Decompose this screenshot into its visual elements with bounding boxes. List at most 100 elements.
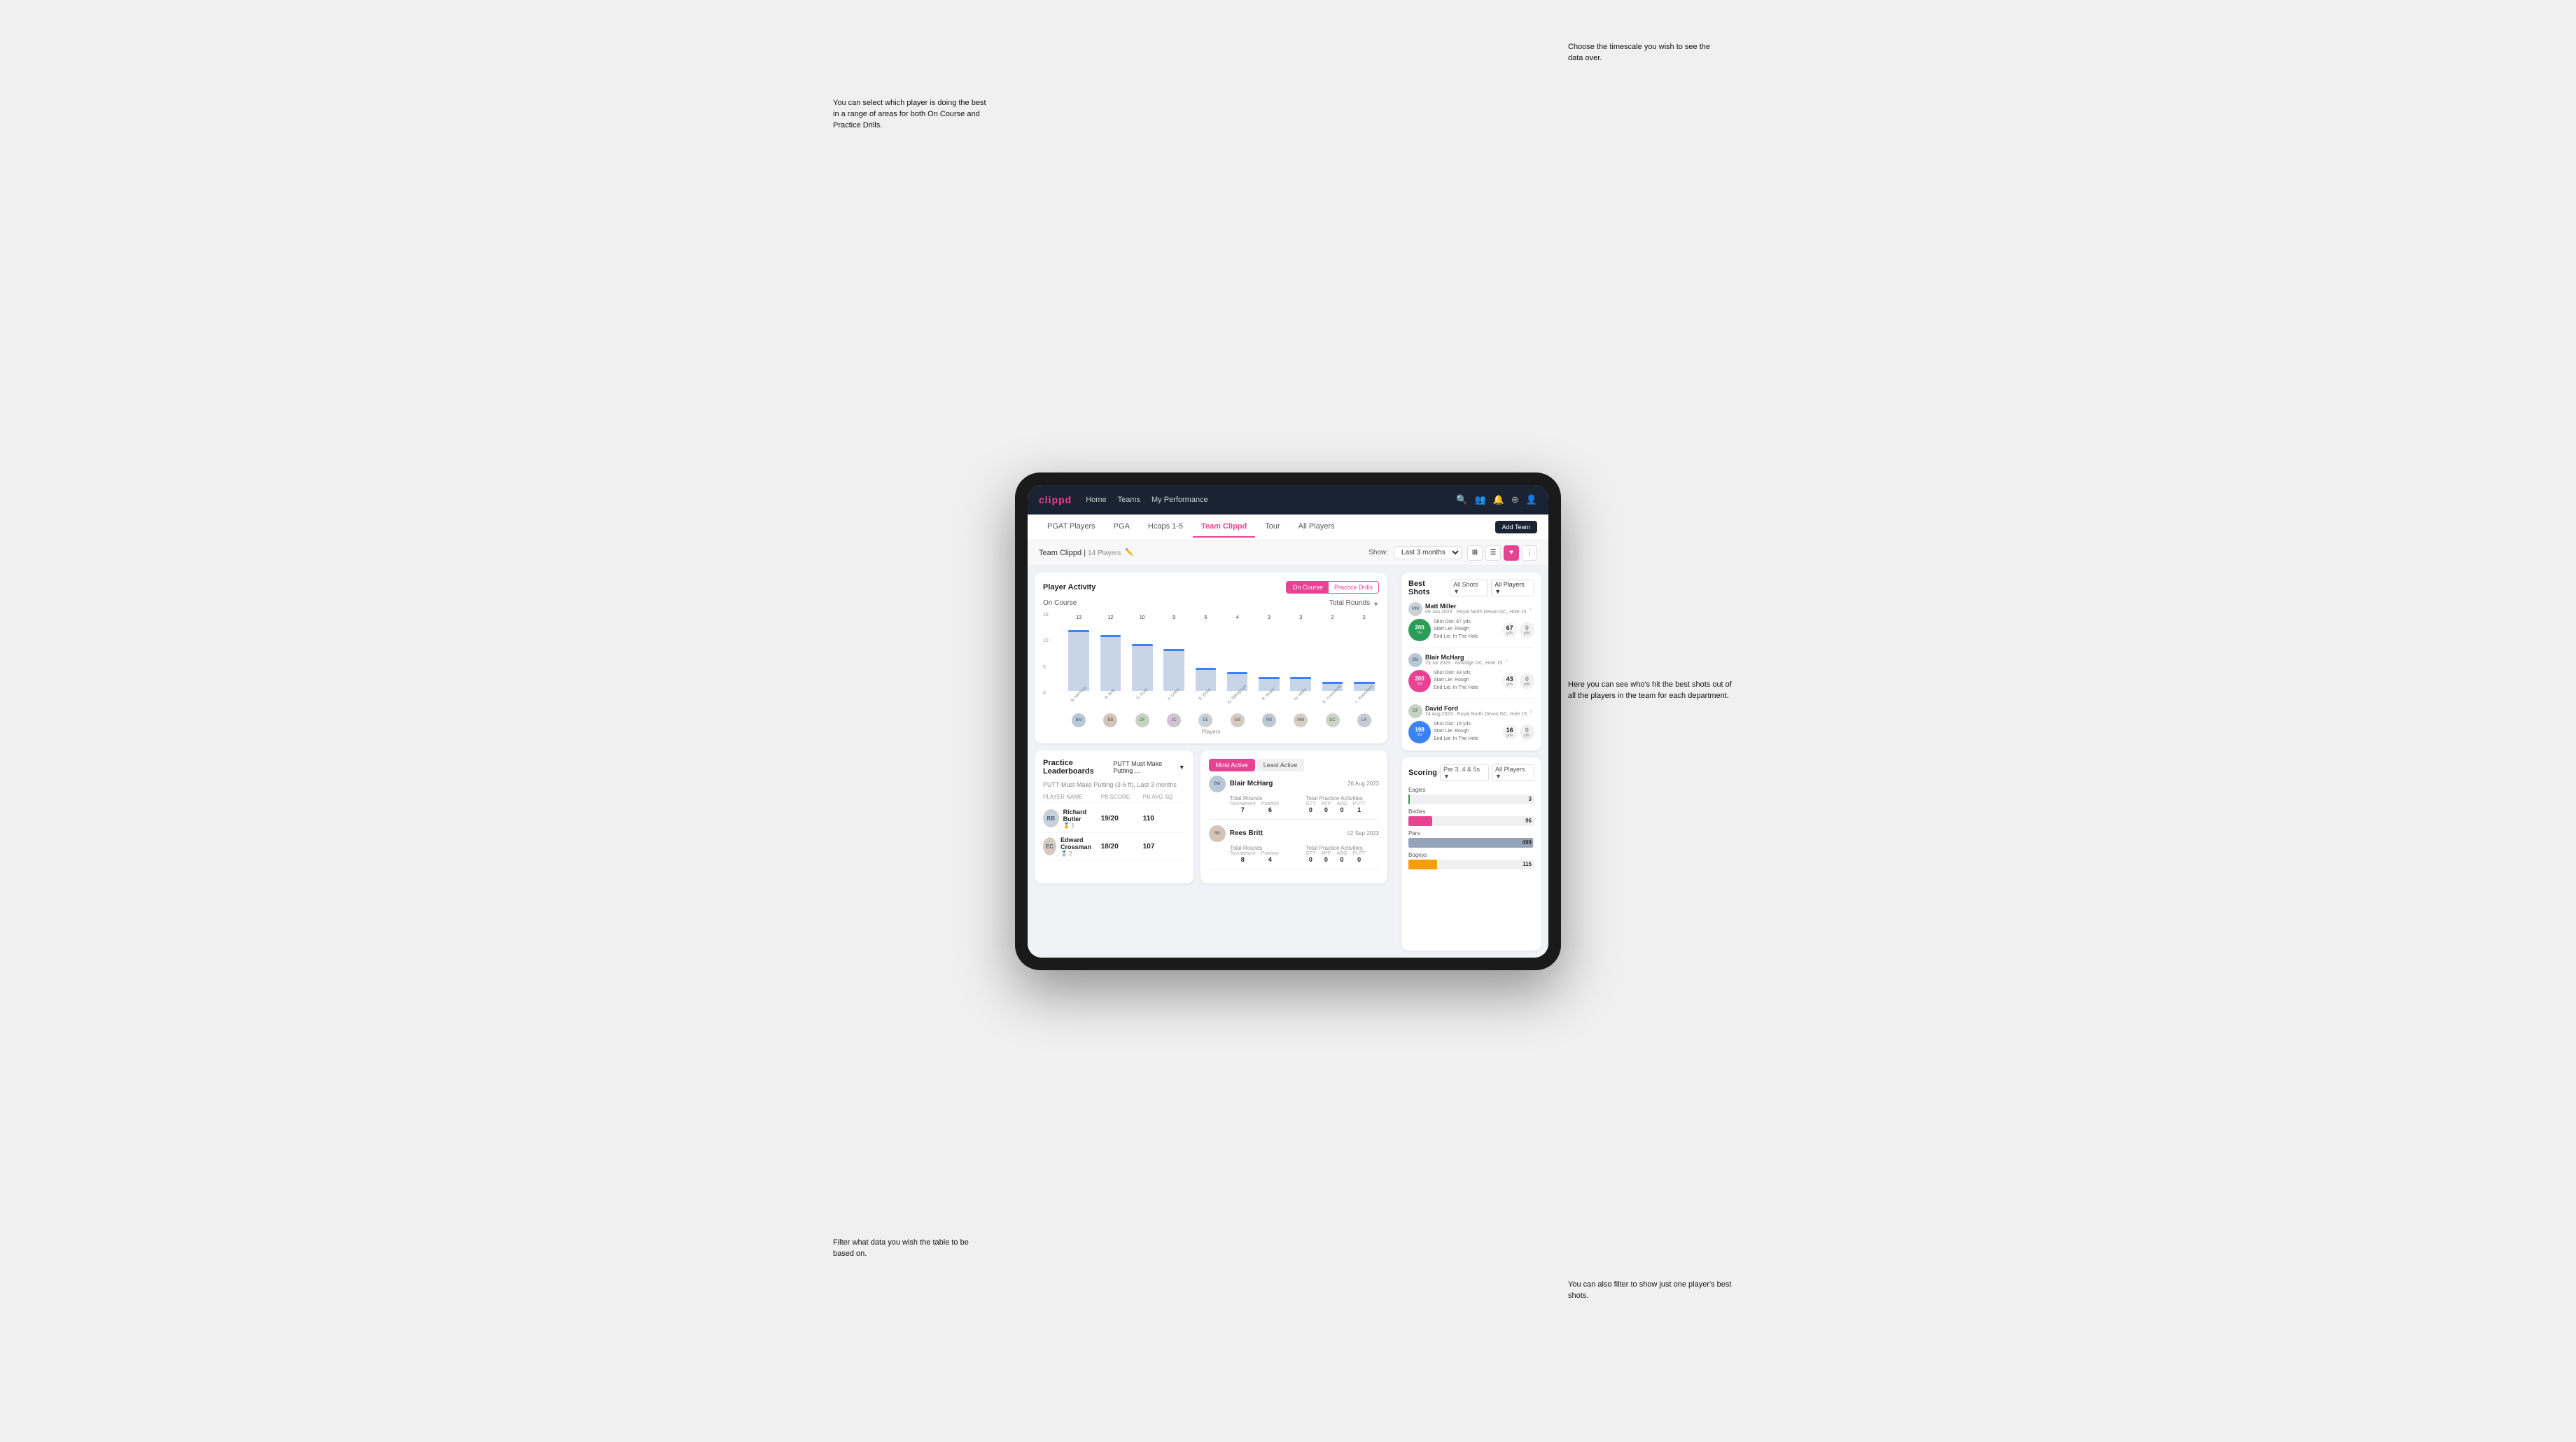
tab-team-clippd[interactable]: Team Clippd: [1193, 517, 1255, 538]
leaderboard-row-2: EC Edward Crossman 🥈 2: [1043, 833, 1185, 861]
tab-pga[interactable]: PGA: [1105, 517, 1138, 538]
bell-icon[interactable]: 🔔: [1493, 494, 1504, 505]
grid-icon[interactable]: ⊞: [1467, 545, 1483, 561]
heart-icon[interactable]: ♥: [1504, 545, 1519, 561]
bar-group-6: 4 G. Billingham: [1222, 615, 1252, 696]
edit-team-icon[interactable]: ✏️: [1125, 549, 1133, 556]
least-active-tab[interactable]: Least Active: [1256, 759, 1305, 771]
activity-stats-1: Total Rounds Tournament 7 Practice: [1209, 795, 1379, 813]
shot-metric-val-dist-2: 43: [1506, 676, 1513, 682]
avatars-row: BM BB DF JC EE GB RB MM EC LR: [1043, 710, 1379, 727]
chart-controls: On Course Total Rounds ▼: [1043, 599, 1379, 610]
bar-group-4: 9 J. Coles: [1159, 615, 1189, 696]
score-1: 19/20: [1101, 815, 1143, 822]
player-info-1: RB Richard Butler 🥇 1: [1043, 808, 1101, 829]
activity-player-name-2: Rees Britt: [1230, 830, 1263, 837]
shot-chevron-2[interactable]: ›: [1505, 655, 1508, 665]
pars-val: 499: [1522, 839, 1532, 846]
tab-all-players[interactable]: All Players: [1290, 517, 1343, 538]
shot-badge-3: 198 SG: [1408, 721, 1431, 743]
shot-badge-2: 200 SG: [1408, 670, 1431, 692]
shot-metric-dist-1: 67 yds: [1502, 622, 1518, 638]
shot-chevron-3[interactable]: ›: [1530, 706, 1532, 716]
shot-metric-val-zero-2: 0: [1524, 676, 1530, 682]
y-label-15: 15: [1043, 612, 1049, 617]
search-icon[interactable]: 🔍: [1456, 494, 1467, 505]
y-label-10: 10: [1043, 638, 1049, 643]
activity-avatar-1: BM: [1209, 776, 1226, 792]
y-label-5: 5: [1043, 665, 1049, 670]
arg-label-1: ARG: [1336, 802, 1347, 806]
shot-badge-num-1: 200: [1415, 625, 1424, 631]
tab-pgat-players[interactable]: PGAT Players: [1039, 517, 1104, 538]
tablet-frame: clippd Home Teams My Performance 🔍 👥 🔔 ⊕…: [1015, 472, 1561, 970]
shot-metrics-1: 67 yds 0 yds: [1502, 622, 1534, 638]
scoring-players-filter[interactable]: All Players ▼: [1492, 764, 1534, 781]
bar-group-2: 12 B. Britt: [1096, 615, 1125, 696]
total-practice-label-1: Total Practice Activities: [1306, 795, 1379, 802]
bar-value-10: 2: [1363, 615, 1366, 620]
bottom-panels: Practice Leaderboards PUTT Must Make Put…: [1035, 750, 1387, 883]
leaderboard-dropdown-label: PUTT Must Make Putting ...: [1113, 760, 1177, 774]
eagles-label: Eagles: [1408, 787, 1534, 793]
nav-home[interactable]: Home: [1086, 496, 1106, 504]
on-course-toggle[interactable]: On Course: [1287, 582, 1329, 593]
activity-card: Most Active Least Active BM Blair McHarg…: [1200, 750, 1387, 883]
shot-row-1: MM Matt Miller 09 Jun 2023 · Royal North…: [1408, 602, 1534, 648]
leaderboard-dropdown[interactable]: PUTT Must Make Putting ... ▼: [1113, 760, 1185, 774]
practice-drills-toggle[interactable]: Practice Drills: [1329, 582, 1378, 593]
list-icon[interactable]: ☰: [1485, 545, 1501, 561]
bar-value-6: 4: [1236, 615, 1239, 620]
arg-val-1: 0: [1336, 806, 1347, 813]
tab-tour[interactable]: Tour: [1256, 517, 1288, 538]
shot-metrics-3: 16 yds 0 yds: [1502, 724, 1534, 740]
scoring-players-label: All Players: [1495, 766, 1525, 773]
col-player-name: PLAYER NAME: [1043, 794, 1101, 800]
activity-tabs: Most Active Least Active: [1209, 759, 1379, 771]
settings-icon[interactable]: ⋮: [1522, 545, 1537, 561]
nav-teams[interactable]: Teams: [1118, 496, 1140, 504]
shot-chevron-1[interactable]: ›: [1529, 604, 1532, 614]
nav-icons: 🔍 👥 🔔 ⊕ 👤: [1456, 494, 1537, 505]
shot-badge-1: 200 SG: [1408, 619, 1431, 641]
chart-dropdown-icon[interactable]: ▼: [1373, 601, 1379, 608]
activity-row-1: BM Blair McHarg 26 Aug 2023 Total Rounds: [1209, 776, 1379, 820]
activity-avatar-2: RB: [1209, 825, 1226, 842]
view-icons: ⊞ ☰ ♥ ⋮: [1467, 545, 1537, 561]
time-period-select[interactable]: Last 3 months Last 6 months Last year: [1394, 546, 1462, 559]
player-avatar-1: RB: [1043, 809, 1059, 827]
par-filter[interactable]: Par 3, 4 & 5s ▼: [1440, 764, 1489, 781]
y-label-0: 0: [1043, 691, 1049, 696]
bar-value-8: 3: [1299, 615, 1302, 620]
bar-group-8: 3 M. Miller: [1286, 615, 1315, 696]
app-logo: clippd: [1039, 494, 1072, 505]
all-players-filter[interactable]: All Players ▼: [1491, 580, 1534, 596]
shots-filter[interactable]: All Shots ▼: [1450, 580, 1488, 596]
activity-title: Player Activity: [1043, 583, 1096, 592]
plus-circle-icon[interactable]: ⊕: [1511, 494, 1519, 505]
tab-hcaps[interactable]: Hcaps 1-5: [1140, 517, 1191, 538]
bar-group-10: 2 L. Robertson: [1350, 615, 1379, 696]
bar-group-1: 13 B. McHarg: [1064, 615, 1093, 696]
shot-metric-dist-3: 16 yds: [1502, 724, 1518, 740]
most-active-tab[interactable]: Most Active: [1209, 759, 1255, 771]
gtt-label-1: GTT: [1306, 802, 1315, 806]
avatar-4: JC: [1167, 713, 1181, 727]
nav-my-performance[interactable]: My Performance: [1152, 496, 1208, 504]
scoring-bogeys-row: Bogeys 115: [1408, 852, 1534, 869]
subheader: Team Clippd | 14 Players ✏️ Show: Last 3…: [1028, 541, 1548, 566]
people-icon[interactable]: 👥: [1475, 494, 1486, 505]
player-avatar-2: EC: [1043, 837, 1056, 855]
score-2: 18/20: [1101, 843, 1143, 850]
add-team-button[interactable]: Add Team: [1495, 521, 1537, 533]
shot-player-header-2: BM Blair McHarg 23 Jul 2023 · Ashridge G…: [1408, 653, 1534, 667]
arg-label-2: ARG: [1336, 851, 1347, 856]
practice-val-1: 6: [1261, 806, 1279, 813]
shot-badge-num-3: 198: [1415, 727, 1424, 733]
show-label: Show:: [1368, 549, 1388, 556]
shot-metric-label-zero-2: yds: [1524, 682, 1530, 687]
team-label: Team Clippd | 14 Players: [1039, 549, 1121, 557]
bar-value-1: 13: [1076, 615, 1082, 620]
user-avatar-icon[interactable]: 👤: [1526, 494, 1537, 505]
leaderboard-header: Practice Leaderboards PUTT Must Make Put…: [1043, 759, 1185, 776]
